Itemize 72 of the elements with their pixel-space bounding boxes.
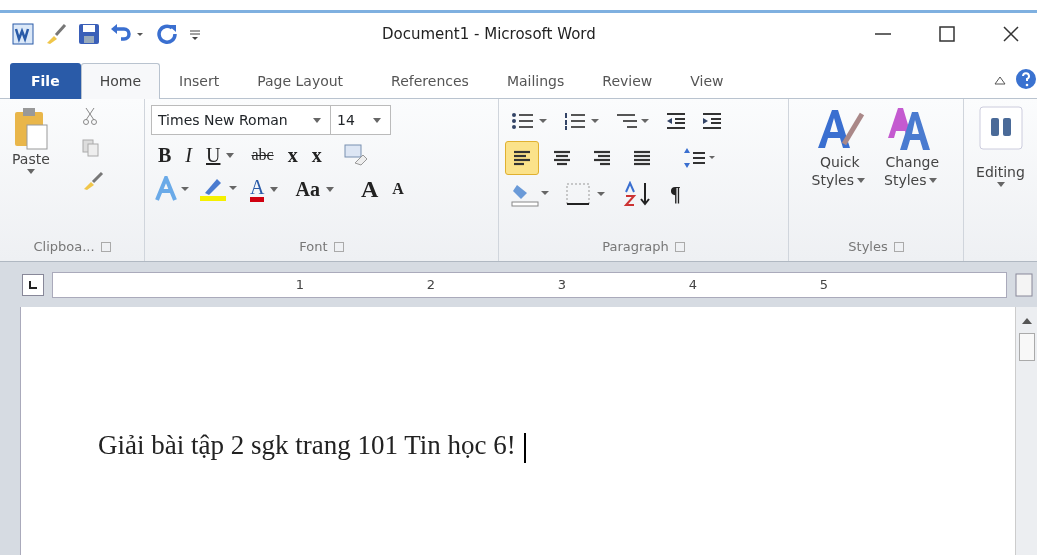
subscript-button[interactable]: x [284, 145, 301, 165]
align-right-icon [592, 149, 612, 167]
change-case-button[interactable]: Aa [292, 179, 340, 199]
ribbon-tab[interactable]: Review [583, 63, 672, 99]
quick-styles-button[interactable]: Quick Styles [805, 103, 874, 235]
caret-icon [325, 186, 334, 192]
minimize-ribbon-icon[interactable] [993, 74, 1007, 86]
grow-font-button[interactable]: A [357, 177, 382, 201]
caret-icon [226, 152, 235, 158]
ribbon-tab[interactable]: Mailings [487, 63, 584, 99]
caret-icon [857, 178, 865, 183]
word-logo-icon[interactable] [12, 23, 34, 45]
font-name-field[interactable]: Times New Roman [151, 105, 331, 135]
caret-icon [929, 178, 938, 183]
cut-icon[interactable] [81, 107, 98, 125]
paste-button[interactable]: Paste [6, 103, 56, 235]
maximize-icon[interactable] [937, 24, 957, 44]
font-color-button[interactable]: A [247, 176, 285, 202]
align-center-icon [552, 149, 572, 167]
caret-icon [996, 181, 1005, 187]
close-icon[interactable] [1001, 24, 1021, 44]
editing-button[interactable]: Editing [970, 105, 1031, 188]
document-text: Giải bài tập 2 sgk trang 101 Tin học 6! [98, 430, 516, 460]
group-label: Paragraph [602, 238, 669, 257]
align-left-icon [512, 149, 532, 167]
bold-button[interactable]: B [155, 145, 175, 165]
ruler-number: 2 [425, 275, 435, 294]
clipboard-icon [12, 107, 49, 151]
shrink-font-button[interactable]: A [389, 181, 407, 197]
change-styles-button[interactable]: Change Styles [878, 103, 947, 235]
line-spacing-icon[interactable] [683, 146, 717, 170]
clear-formatting-icon[interactable] [342, 143, 369, 167]
file-tab[interactable]: File [10, 63, 81, 99]
align-justify-icon [632, 149, 652, 167]
caret-icon [270, 186, 279, 192]
bullets-icon[interactable] [511, 111, 549, 131]
underline-button[interactable]: U [203, 145, 241, 165]
font-size-field[interactable]: 14 [331, 105, 391, 135]
scroll-thumb[interactable] [1018, 333, 1035, 361]
numbering-icon[interactable] [563, 111, 601, 131]
redo-icon[interactable] [156, 23, 178, 45]
tab-selector-icon[interactable] [22, 273, 44, 296]
ribbon-tab[interactable]: Home [80, 63, 160, 99]
group-label: Clipboa... [33, 238, 95, 257]
caret-icon [26, 168, 35, 174]
ribbon-tab[interactable]: View [671, 63, 743, 99]
ruler-number: 5 [818, 275, 828, 294]
scroll-up-icon[interactable] [1020, 317, 1033, 325]
window-title: Document1 - Microsoft Word [382, 23, 597, 45]
group-label: Styles [848, 238, 888, 257]
group-label: Font [299, 238, 328, 257]
show-formatting-button[interactable]: ¶ [667, 184, 684, 204]
scrollbar[interactable] [1015, 307, 1037, 555]
ribbon-tab[interactable]: References [372, 63, 488, 99]
caret-icon [313, 117, 321, 123]
align-left-button[interactable] [505, 141, 539, 175]
increase-indent-icon[interactable] [701, 111, 723, 131]
help-icon[interactable] [1015, 68, 1037, 90]
strikethrough-button[interactable]: abc [248, 147, 277, 163]
ribbon-tab[interactable]: Insert [160, 63, 239, 99]
decrease-indent-icon[interactable] [665, 111, 687, 131]
save-icon[interactable] [78, 23, 100, 45]
ribbon-tab[interactable]: Page Layout [238, 63, 363, 99]
caret-icon [373, 117, 381, 123]
sort-icon[interactable] [623, 181, 653, 207]
text-cursor [523, 432, 526, 463]
superscript-button[interactable]: x [308, 145, 325, 165]
italic-button[interactable]: I [182, 145, 195, 165]
ruler-number: 3 [556, 275, 566, 294]
multilevel-list-icon[interactable] [615, 111, 651, 131]
ruler-number: 4 [687, 275, 697, 294]
ruler-number: 1 [294, 275, 304, 294]
